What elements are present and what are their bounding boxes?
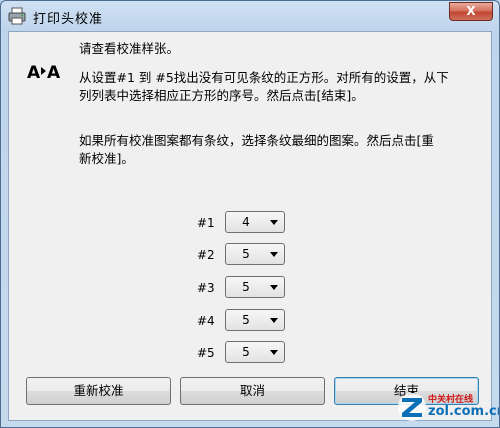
svg-text:A: A	[27, 63, 41, 83]
instruction-line-1: 请查看校准样张。	[79, 41, 180, 56]
dropdown-arrow-icon	[270, 285, 278, 290]
zol-watermark: 中关村在线 zol.com.cn	[394, 389, 499, 427]
close-button[interactable]: X	[449, 2, 493, 21]
setting-label-1: #1	[197, 216, 215, 230]
setting-label-5: #5	[197, 346, 215, 360]
recalibrate-button[interactable]: 重新校准	[26, 377, 171, 405]
setting-select-1[interactable]: 4	[225, 211, 285, 233]
print-head-calibration-dialog: 打印头校准 X A A 请查看校准样张。 从设置#1 到 #5找出没有可见条纹的…	[0, 0, 500, 428]
alignment-aa-icon: A A	[27, 63, 61, 83]
cancel-button[interactable]: 取消	[180, 377, 325, 405]
window-title: 打印头校准	[33, 12, 104, 27]
setting-value-3: 5	[242, 280, 250, 294]
instruction-para-3a: 如果所有校准图案都有条纹，选择条纹最细的图案。然后点击[重	[79, 133, 434, 148]
setting-select-4[interactable]: 5	[225, 309, 285, 331]
instruction-para-2b: 列列表中选择相应正方形的序号。然后点击[结束]。	[79, 88, 364, 103]
setting-select-5[interactable]: 5	[225, 341, 285, 363]
setting-select-3[interactable]: 5	[225, 276, 285, 298]
dropdown-arrow-icon	[270, 252, 278, 257]
dialog-body: A A 请查看校准样张。 从设置#1 到 #5找出没有可见条纹的正方形。对所有的…	[8, 31, 492, 421]
setting-label-4: #4	[197, 314, 215, 328]
dropdown-arrow-icon	[270, 318, 278, 323]
svg-text:A: A	[47, 63, 61, 83]
dropdown-arrow-icon	[270, 220, 278, 225]
setting-label-2: #2	[197, 248, 215, 262]
setting-value-4: 5	[242, 313, 250, 327]
setting-value-2: 5	[242, 247, 250, 261]
titlebar: 打印头校准 X	[1, 1, 499, 31]
instruction-para-2a: 从设置#1 到 #5找出没有可见条纹的正方形。对所有的设置，从下	[79, 70, 449, 85]
printer-icon	[8, 7, 26, 25]
dropdown-arrow-icon	[270, 350, 278, 355]
watermark-bottom-text: zol.com.cn	[428, 404, 500, 419]
setting-label-3: #3	[197, 281, 215, 295]
setting-value-5: 5	[242, 345, 250, 359]
setting-value-1: 4	[242, 215, 250, 229]
setting-select-2[interactable]: 5	[225, 243, 285, 265]
zol-logo-icon	[398, 393, 426, 421]
instruction-para-3b: 新校准]。	[79, 151, 134, 166]
